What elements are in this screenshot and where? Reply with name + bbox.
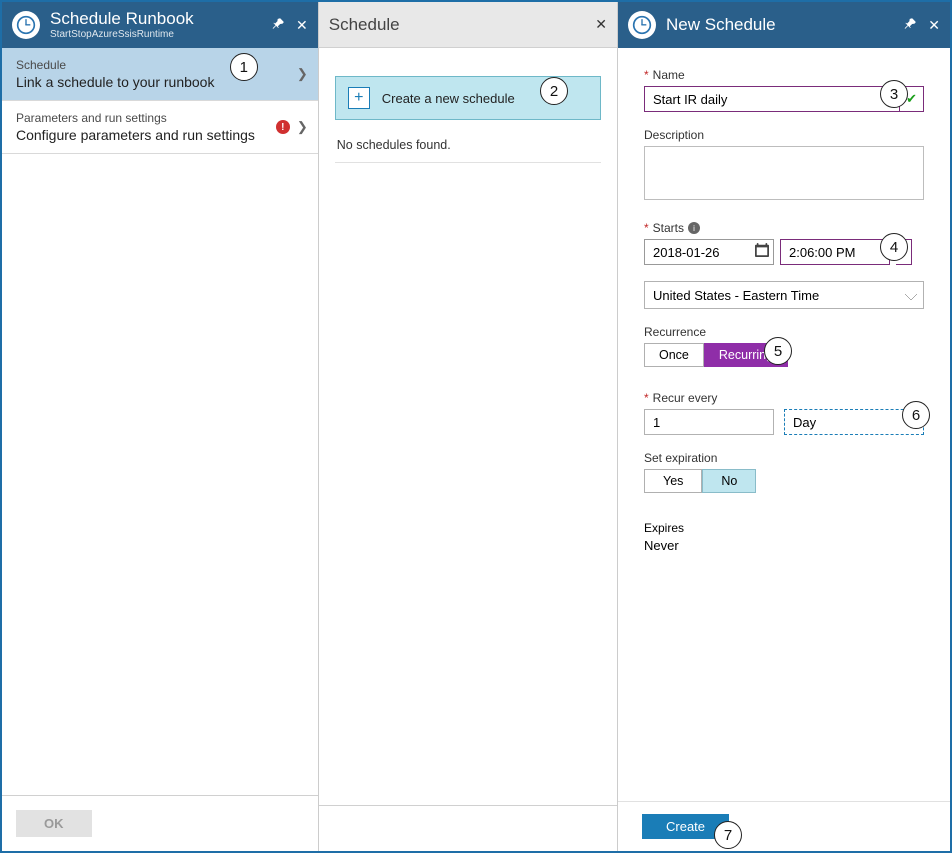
recurrence-label: Recurrence [644,325,706,339]
expires-value: Never [644,538,924,553]
error-icon: ! [276,120,290,134]
schedule-runbook-panel: Schedule Runbook StartStopAzureSsisRunti… [2,2,319,851]
callout-1: 1 [230,53,258,81]
info-icon[interactable]: i [688,222,700,234]
bottom-bar [319,805,617,851]
new-schedule-panel: New Schedule ✕ *Name ✔ 3 [618,2,950,851]
schedule-panel: Schedule ✕ + Create a new schedule 2 No … [319,2,618,851]
set-expiration-label: Set expiration [644,451,717,465]
step-label: Schedule [16,58,304,72]
start-time-input[interactable] [780,239,890,265]
ok-bar: OK [2,795,318,851]
divider [335,162,601,163]
panel-title: New Schedule [666,15,904,35]
schedule-body: + Create a new schedule 2 No schedules f… [319,48,617,805]
ok-button[interactable]: OK [16,810,92,837]
close-icon[interactable]: ✕ [296,17,308,34]
new-schedule-body: *Name ✔ 3 Description *Startsi [618,48,950,851]
create-schedule-label: Create a new schedule [382,91,515,106]
callout-5: 5 [764,337,792,365]
name-label: Name [653,68,685,82]
callout-4: 4 [880,233,908,261]
close-icon[interactable]: ✕ [595,16,607,33]
no-schedules-text: No schedules found. [337,138,599,152]
panel-title: Schedule [329,15,596,35]
step-parameters[interactable]: Parameters and run settings Configure pa… [2,101,318,154]
plus-icon: + [348,87,370,109]
pin-icon[interactable] [904,18,916,33]
panel-subtitle: StartStopAzureSsisRuntime [50,29,272,41]
chevron-right-icon: ❯ [297,66,308,82]
description-label: Description [644,128,704,142]
callout-3: 3 [880,80,908,108]
pin-icon[interactable] [272,18,284,33]
expiration-yes-button[interactable]: Yes [644,469,702,493]
recurrence-once-button[interactable]: Once [644,343,704,367]
create-bar: Create 7 [618,801,950,851]
step-schedule[interactable]: Schedule Link a schedule to your runbook… [2,48,318,101]
clock-icon [12,11,40,39]
callout-6: 6 [902,401,930,429]
description-input[interactable] [644,146,924,200]
callout-7: 7 [714,821,742,849]
schedule-runbook-body: Schedule Link a schedule to your runbook… [2,48,318,795]
step-desc: Link a schedule to your runbook [16,74,304,90]
step-label: Parameters and run settings [16,111,304,125]
new-schedule-header: New Schedule ✕ [618,2,950,48]
expires-label: Expires [644,521,924,535]
name-input[interactable] [644,86,900,112]
recur-number-input[interactable] [644,409,774,435]
clock-icon [628,11,656,39]
recur-every-label: Recur every [653,391,718,405]
chevron-right-icon: ❯ [297,119,308,135]
starts-label: Starts [653,221,684,235]
step-desc: Configure parameters and run settings [16,127,304,143]
schedule-header: Schedule ✕ [319,2,617,48]
start-date-input[interactable] [644,239,774,265]
close-icon[interactable]: ✕ [928,17,940,34]
create-new-schedule-button[interactable]: + Create a new schedule 2 [335,76,601,120]
timezone-select[interactable]: United States - Eastern Time [644,281,924,309]
schedule-runbook-header: Schedule Runbook StartStopAzureSsisRunti… [2,2,318,48]
panel-title: Schedule Runbook [50,9,272,29]
callout-2: 2 [540,77,568,105]
expiration-no-button[interactable]: No [702,469,756,493]
